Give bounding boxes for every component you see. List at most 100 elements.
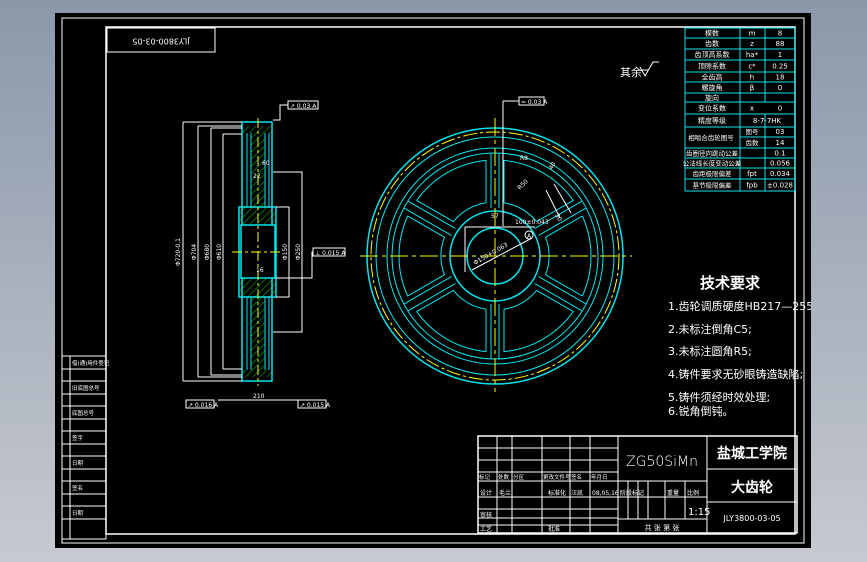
param-value: 18 [776,74,785,82]
revision-label: 标记 [479,473,491,481]
param-name: 螺旋角 [702,83,723,92]
standard-name: 汪凯 [571,489,583,497]
param-symbol: ha* [746,51,759,59]
tech-req-item: 6.锐角倒钝。 [668,404,734,418]
param-value: 88 [776,40,785,48]
param-value: 0.1 [774,150,785,158]
dimension-text: R50 [516,178,529,191]
roughness-note: 其余 [620,65,642,79]
dimension-text: 100±0.043 [515,219,549,226]
param-name: 齿数 [705,39,719,48]
strip-label: 旧底图总号 [72,384,100,392]
dimension-text: R8 [520,155,528,162]
param-name: 相啮合齿轮图号 [688,133,734,142]
param-name: 变位系数 [698,104,726,113]
approve-label: 批准 [548,525,560,533]
revision-label: 年月日 [591,473,608,481]
revision-label: 更改文件号 [543,473,571,481]
dimension-text: Φ250 [295,244,302,260]
param-name: 齿圈径向跳动公差 [686,149,739,158]
sheet-count: 共 张 第 张 [645,523,680,532]
tolerance-text: ↗ 0.016 A [188,402,219,409]
gear-section-view: Φ720-0.1 Φ704 Φ680 Φ610 Φ150 Φ250 6022 16 210 ↗ 0… [175,100,346,409]
param-value: 0 [778,105,782,113]
param-sub: 图号 [746,128,760,136]
param-symbol: c* [748,63,756,71]
param-symbol: z [750,40,754,48]
tech-req-item: 1.齿轮调质硬度HB217—255; [668,299,811,313]
tech-req-item: 2.未标注倒角C5; [668,322,752,336]
cad-drawing: JLY3800-03-05 其余 = 0.03 A 100±0.043 57 Φ150… [61,17,811,544]
param-symbol: x [750,105,754,113]
tech-req-item: 3.未标注圆角R5; [668,344,752,358]
weight-label: 重量 [667,489,679,497]
param-value: 0.034 [770,170,791,178]
tolerance-text: ⊥ 0.015 A [315,250,346,257]
param-name: 齿距极限偏差 [693,169,733,178]
tolerance-text: ↗ 0.03 A [290,103,317,110]
param-symbol: β [750,84,754,92]
standard-label: 标准化 [548,489,566,497]
dimension-text: 60 [262,160,270,167]
dimension-text: Φ680 [204,244,211,260]
dimension-text: 22 [253,173,261,180]
strip-label: 签名 [72,484,83,492]
technical-requirements: 技术要求 1.齿轮调质硬度HB217—255; 2.未标注倒角C5; 3.未标注… [668,274,811,418]
part-name: 大齿轮 [731,479,773,496]
param-symbol: h [750,74,754,82]
gear-parameter-table: 模数 m 8 齿数 z 88 齿顶高系数 ha* 1 顶隙系数 c* 0.25 全齿高 h 18 螺旋角 β 0 旋… [683,27,796,192]
left-register-strip: 借(通)用件登记旧底图总号底图总号签字日期签名日期 [61,355,110,540]
review-label: 审核 [480,511,492,519]
dimension-text: Φ150+0.063 [473,241,510,266]
param-symbol: m [749,30,756,38]
strip-label: 日期 [72,510,84,517]
revision-label: 分区 [513,473,525,481]
dimension-text: Φ610 [216,244,223,260]
drawing-number: JLY3800-03-05 [722,514,780,523]
dimension-text: 57 [491,213,499,220]
param-value: 8-7-7HK [753,117,782,125]
param-sub: 齿数 [746,138,760,147]
process-label: 工艺 [480,525,492,533]
tolerance-text: ↗ 0.015 A [300,402,331,409]
strip-label: 日期 [72,460,84,467]
revision-label: 处数 [498,473,510,481]
strip-frame [61,355,107,540]
dimension-text: 16 [256,267,264,274]
strip-label: 签字 [72,434,84,442]
dimension-line [545,189,561,219]
title-block: ZG50SiMn 盐城工学院大齿轮 JLY3800-03-05 1:15 标记 处数 分区 更… [477,435,798,534]
param-value: 1 [778,51,782,59]
stage-label: 阶段标记 [620,489,644,497]
scale-value: 1:15 [688,507,710,518]
gear-front-view: = 0.03 A100±0.04357Φ150+0.063AR8R504030 [360,96,632,392]
dimension-text: Φ720-0.1 [175,238,182,266]
designer-name: 毛兰 [499,489,511,497]
tech-req-title: 技术要求 [700,274,761,292]
tolerance-text: = 0.03 A [521,99,548,106]
param-value: 8 [778,30,782,38]
param-value: 03 [776,128,785,136]
param-value: 14 [776,139,785,147]
tech-req-item: 4.铸件要求无砂眼铸造缺陷; [668,367,803,381]
param-name: 精度等级 [698,116,726,125]
ratio-label: 比例 [687,489,699,497]
param-name: 模数 [705,29,719,38]
design-label: 设计 [480,489,492,497]
strip-label: 借(通)用件登记 [72,359,110,367]
revision-label: 签名 [571,473,582,481]
material-text: ZG50SiMn [626,454,698,470]
param-name: 旋向 [705,93,719,102]
rotated-drawing-code: JLY3800-03-05 [132,37,190,46]
param-name: 公法线长度变动公差 [683,159,742,168]
leader-line [273,104,288,121]
dimension-text: Φ150 [282,244,289,260]
param-value: 0 [778,84,782,92]
param-name: 顶隙系数 [698,62,726,71]
roughness-symbol-icon [639,61,659,78]
leader-line [502,100,519,226]
param-value: 0.056 [770,160,791,168]
dimension-text: Φ704 [191,244,198,260]
param-value: 0.25 [772,63,788,71]
param-name: 全齿高 [702,73,723,82]
